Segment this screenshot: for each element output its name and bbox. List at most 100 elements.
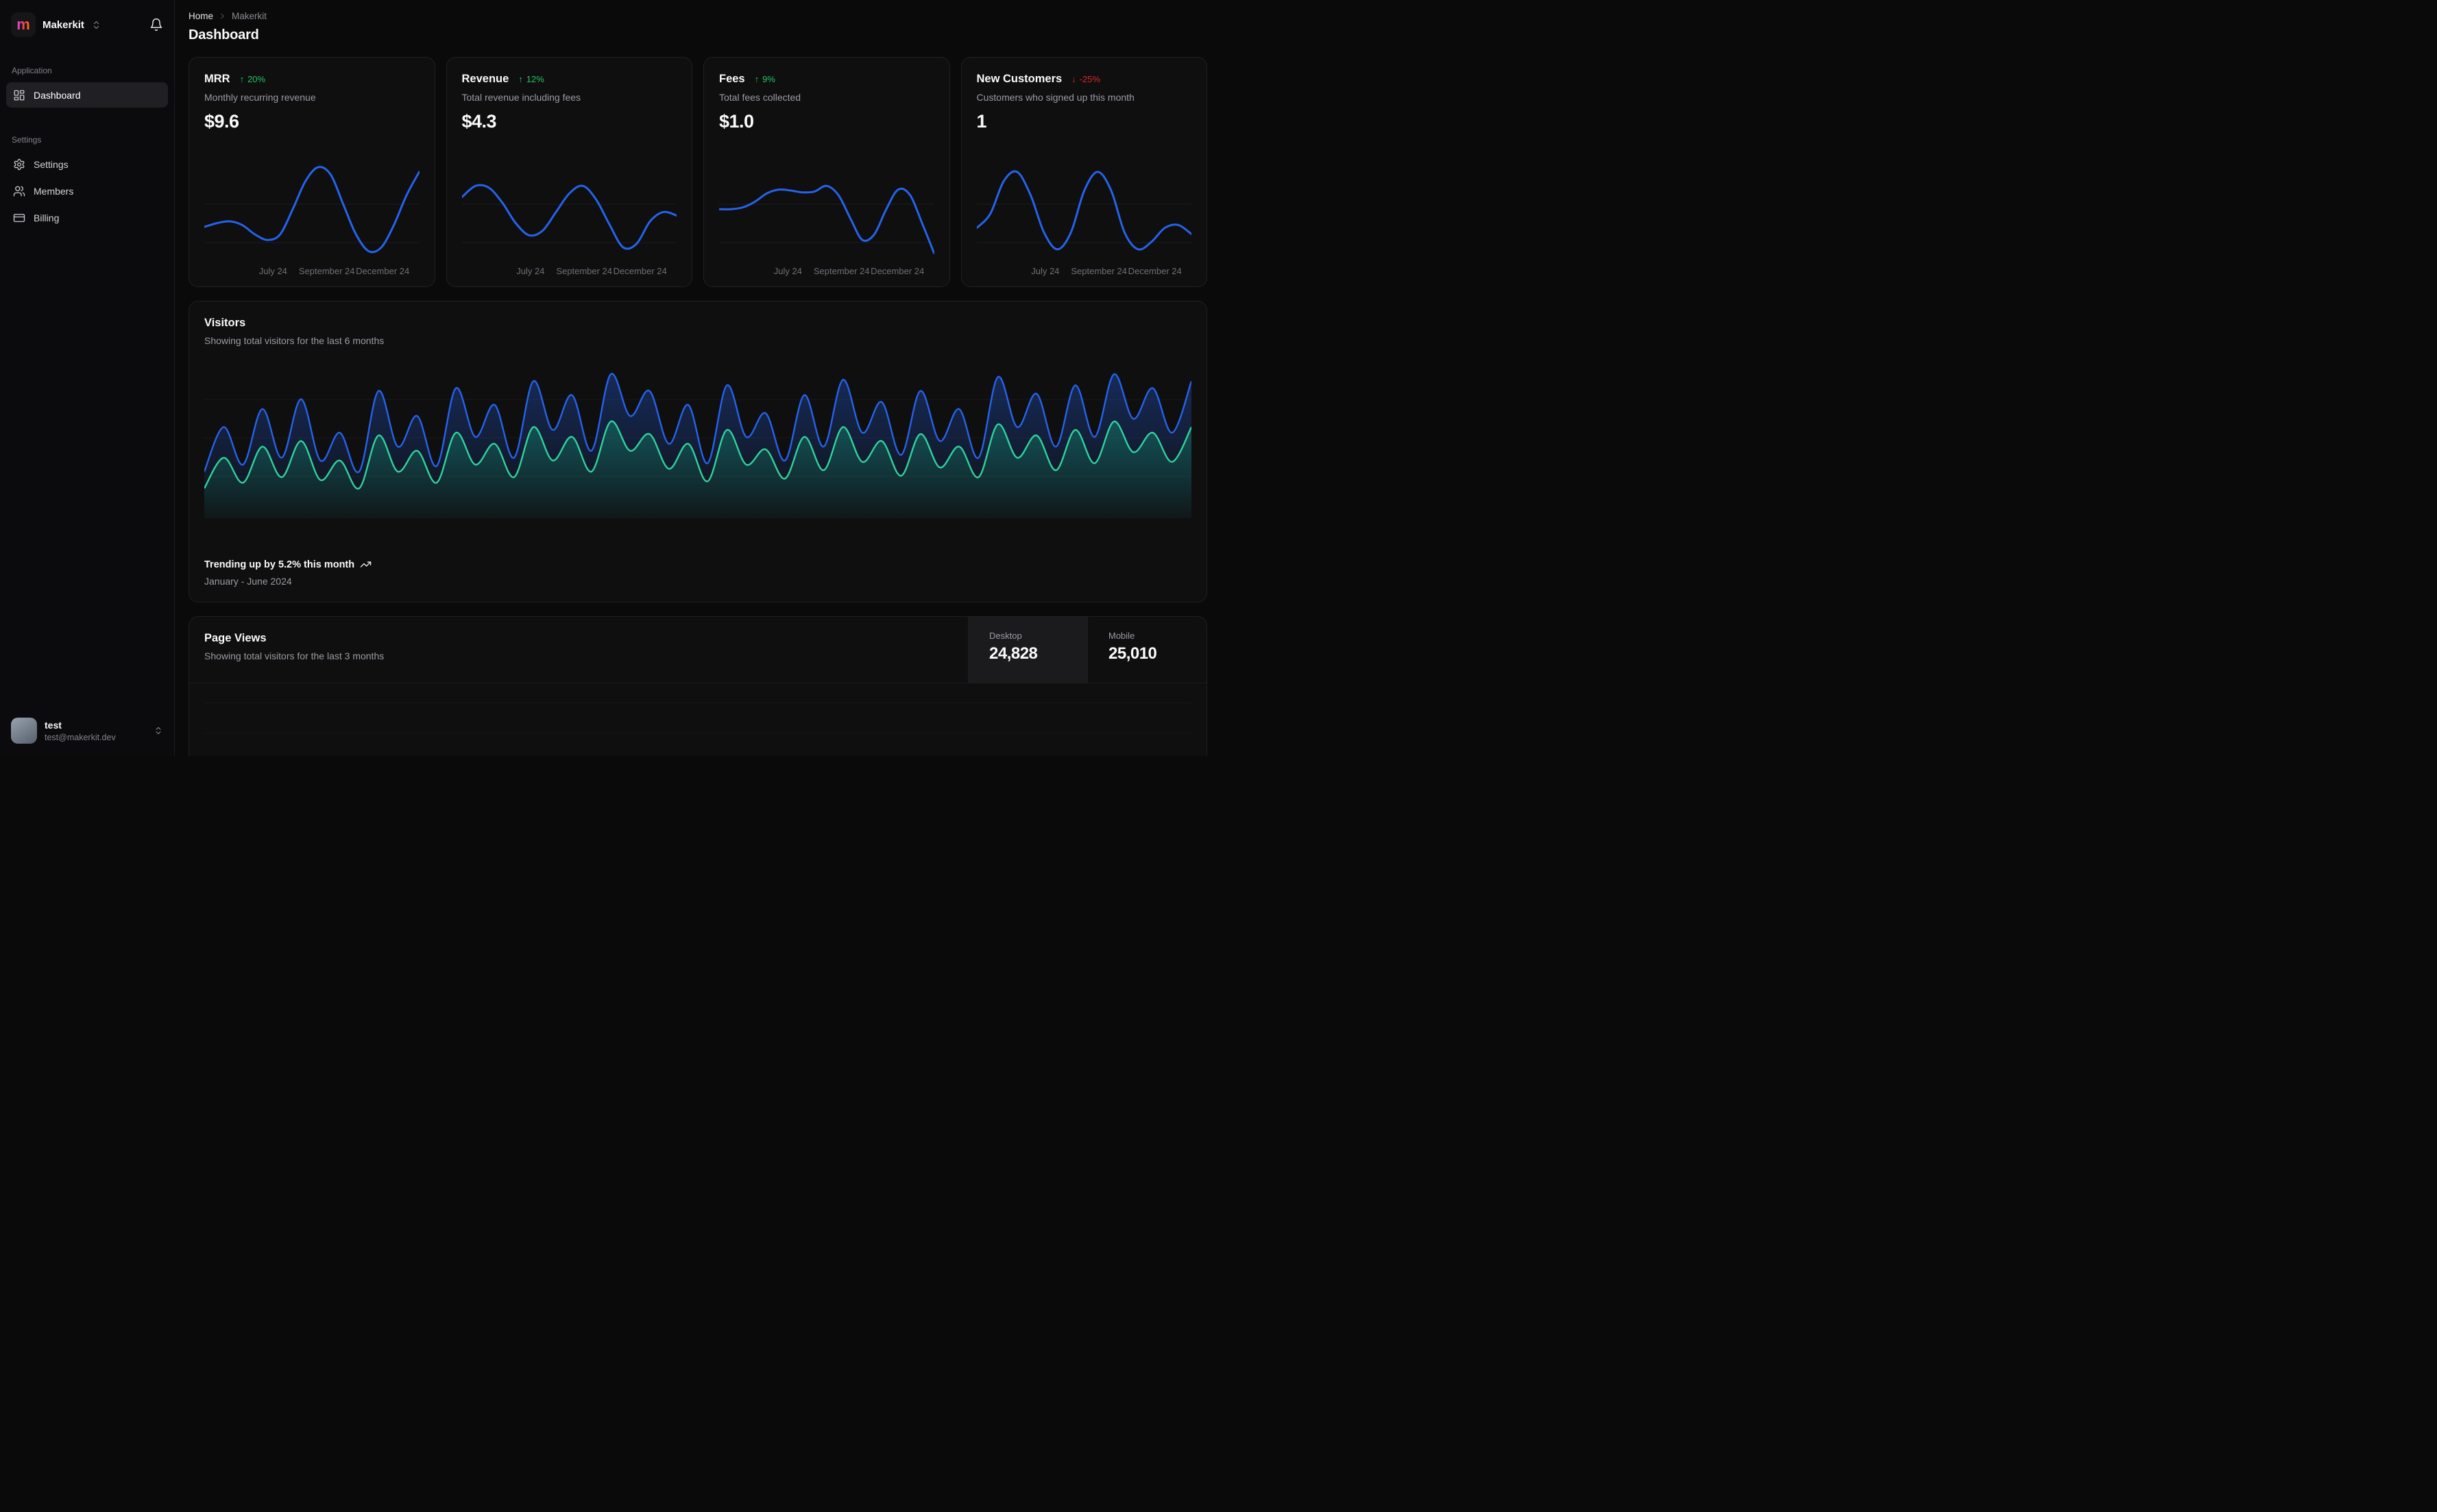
workspace-switcher[interactable] <box>91 20 101 30</box>
credit-card-icon <box>13 213 25 222</box>
sidebar-item-settings[interactable]: Settings <box>6 151 168 177</box>
sidebar: m Makerkit Application Dashboard Setting… <box>0 0 175 756</box>
breadcrumb: Home Makerkit <box>189 11 1207 21</box>
breadcrumb-current: Makerkit <box>232 11 267 21</box>
x-label: July 24 <box>258 266 287 276</box>
sidebar-item-dashboard[interactable]: Dashboard <box>6 82 168 108</box>
users-icon <box>13 186 25 196</box>
x-label: December 24 <box>871 266 925 276</box>
sparkline-svg <box>719 184 934 254</box>
stat-description: Customers who signed up this month <box>976 92 1135 103</box>
user-menu[interactable]: test test@makerkit.dev <box>0 708 174 756</box>
page-views-title: Page Views <box>204 632 267 644</box>
x-label: July 24 <box>1031 266 1060 276</box>
page-views-card: Page Views Showing total visitors for th… <box>189 616 1207 756</box>
sidebar-item-label: Dashboard <box>34 89 81 101</box>
tab-value: 24,828 <box>989 644 1038 663</box>
page-views-header: Page Views Showing total visitors for th… <box>189 617 1207 683</box>
tab-label: Mobile <box>1108 631 1135 641</box>
sparkline-svg <box>204 166 420 254</box>
tab-desktop[interactable]: Desktop 24,828 <box>968 617 1087 683</box>
stat-value: 1 <box>976 111 987 132</box>
stat-description: Total fees collected <box>719 92 801 103</box>
nav-section-settings: Settings <box>12 135 42 145</box>
visitors-trend-text: Trending up by 5.2% this month <box>204 559 355 570</box>
page-views-subtitle: Showing total visitors for the last 3 mo… <box>204 650 385 661</box>
trend-arrow-icon: ↑ <box>239 74 245 84</box>
trend-arrow-icon: ↓ <box>1071 74 1076 84</box>
visitors-area-chart <box>204 364 1191 518</box>
stat-card-revenue: Revenue ↑ 12% Total revenue including fe… <box>446 57 692 287</box>
trend-arrow-icon: ↑ <box>754 74 760 84</box>
x-label: December 24 <box>1128 266 1182 276</box>
stat-description: Total revenue including fees <box>461 92 581 103</box>
sidebar-item-label: Members <box>34 185 74 197</box>
dashboard-icon <box>14 90 25 100</box>
sparkline-chart: July 24 September 24 December 24 <box>461 158 677 278</box>
sidebar-nav: Application Dashboard Settings Settings … <box>0 37 174 708</box>
visitors-subtitle: Showing total visitors for the last 6 mo… <box>204 335 385 346</box>
page-title: Dashboard <box>189 27 259 42</box>
visitors-date-range: January - June 2024 <box>204 576 292 587</box>
visitors-title: Visitors <box>204 317 246 329</box>
trending-up-icon <box>360 561 372 568</box>
trend-value: 9% <box>762 74 775 84</box>
main-content: Home Makerkit Dashboard MRR ↑ 20% Monthl… <box>175 0 1218 756</box>
x-label: July 24 <box>773 266 802 276</box>
stat-title: Revenue <box>461 73 509 85</box>
user-meta: test test@makerkit.dev <box>45 720 146 742</box>
tab-label: Desktop <box>989 631 1022 641</box>
chevron-right-icon <box>218 12 227 21</box>
stat-description: Monthly recurring revenue <box>204 92 316 103</box>
sparkline-chart: July 24 September 24 December 24 <box>719 158 934 278</box>
breadcrumb-home[interactable]: Home <box>189 11 213 21</box>
stat-cards-row: MRR ↑ 20% Monthly recurring revenue $9.6… <box>189 57 1207 287</box>
sparkline-x-labels: July 24 September 24 December 24 <box>462 260 677 278</box>
sparkline-x-labels: July 24 September 24 December 24 <box>719 260 934 278</box>
stat-title: Fees <box>719 73 745 85</box>
visitors-chart-svg <box>204 373 1191 518</box>
x-label: December 24 <box>356 266 410 276</box>
sidebar-item-billing[interactable]: Billing <box>6 205 168 230</box>
stat-value: $9.6 <box>204 111 239 132</box>
trend-value: 12% <box>526 74 544 84</box>
visitors-footer: Trending up by 5.2% this month January -… <box>204 559 1191 587</box>
x-label: September 24 <box>1071 266 1128 276</box>
app-logo-letter: m <box>16 16 30 33</box>
tab-value: 25,010 <box>1108 644 1157 663</box>
sparkline-chart: July 24 September 24 December 24 <box>204 158 420 278</box>
x-label: December 24 <box>613 266 667 276</box>
sparkline-x-labels: July 24 September 24 December 24 <box>204 260 420 278</box>
stat-title: New Customers <box>976 73 1063 85</box>
x-label: July 24 <box>516 266 545 276</box>
user-name: test <box>45 719 62 731</box>
x-label: September 24 <box>298 266 355 276</box>
stat-trend-badge: ↑ 9% <box>755 74 775 84</box>
chevrons-up-down-icon <box>93 21 99 29</box>
stat-card-new-customers: New Customers ↓ -25% Customers who signe… <box>960 57 1207 287</box>
bell-icon <box>150 18 162 32</box>
user-avatar <box>11 718 37 744</box>
chevrons-up-down-icon <box>156 727 161 735</box>
stat-trend-badge: ↑ 12% <box>518 74 544 84</box>
sidebar-header: m Makerkit <box>0 0 174 37</box>
sidebar-item-members[interactable]: Members <box>6 178 168 204</box>
stat-card-fees: Fees ↑ 9% Total fees collected $1.0 July… <box>703 57 950 287</box>
trend-arrow-icon: ↑ <box>518 74 523 84</box>
stat-card-mrr: MRR ↑ 20% Monthly recurring revenue $9.6… <box>189 57 435 287</box>
stat-trend-badge: ↑ 20% <box>240 74 266 84</box>
sparkline-svg <box>461 184 677 250</box>
sidebar-item-label: Billing <box>34 212 60 223</box>
notifications-button[interactable] <box>149 18 163 32</box>
trend-value: 20% <box>247 74 266 84</box>
app-logo: m <box>11 12 36 37</box>
sidebar-item-label: Settings <box>34 158 69 170</box>
visitors-card: Visitors Showing total visitors for the … <box>189 301 1207 602</box>
stat-title: MRR <box>204 73 230 85</box>
gear-icon <box>14 158 25 170</box>
workspace-name: Makerkit <box>43 19 84 31</box>
nav-section-application: Application <box>12 66 52 75</box>
page-views-bar-chart <box>204 690 1191 756</box>
tab-mobile[interactable]: Mobile 25,010 <box>1087 617 1207 683</box>
sparkline-x-labels: July 24 September 24 December 24 <box>977 260 1192 278</box>
